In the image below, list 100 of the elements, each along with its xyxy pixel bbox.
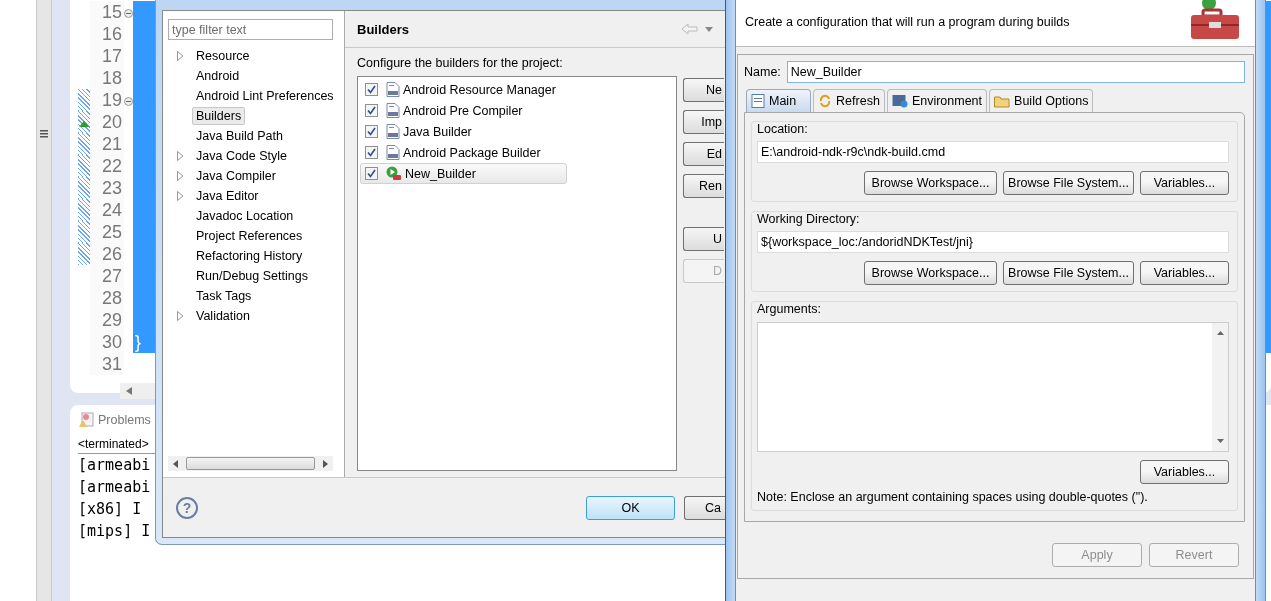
expand-icon[interactable]: [176, 51, 184, 61]
problems-icon: [78, 412, 94, 428]
side-button[interactable]: Ed: [683, 142, 724, 166]
text-field[interactable]: ${workspace_loc:/andoridNDKTest/jni}: [757, 231, 1229, 253]
console-line: [armeabi: [78, 477, 151, 498]
help-icon[interactable]: ?: [176, 496, 198, 519]
cancel-button[interactable]: Ca: [684, 495, 725, 520]
line-number: 26: [102, 244, 123, 264]
fold-icon[interactable]: [124, 9, 133, 18]
line-number: 29: [102, 310, 123, 330]
fold-icon[interactable]: [124, 97, 133, 106]
tab[interactable]: Build Options: [989, 89, 1094, 112]
tab[interactable]: Refresh: [813, 89, 885, 112]
tree-item[interactable]: Run/Debug Settings: [192, 267, 312, 285]
checkbox[interactable]: [365, 146, 378, 159]
browse-button[interactable]: Browse Workspace...: [864, 171, 997, 195]
filter-field[interactable]: type filter text: [168, 19, 333, 40]
tree-item[interactable]: Builders: [192, 107, 246, 125]
line-number: 18: [102, 68, 123, 88]
group-label: Location:: [757, 121, 809, 137]
description: Configure the builders for the project:: [356, 55, 564, 72]
builder-name[interactable]: Android Resource Manager: [403, 82, 556, 97]
toolbox-icon: [1189, 0, 1241, 40]
scroll-left-icon[interactable]: [126, 387, 132, 395]
line-number: 25: [102, 222, 123, 242]
line-number: 20: [102, 112, 123, 132]
line-number: 17: [102, 46, 123, 66]
scrollbar[interactable]: [37, 0, 52, 601]
tree-item[interactable]: Resource: [192, 47, 254, 65]
side-button[interactable]: U: [683, 227, 724, 251]
expand-icon[interactable]: [176, 311, 184, 321]
checkbox[interactable]: [365, 125, 378, 138]
tree-item[interactable]: Project References: [192, 227, 307, 245]
horizontal-scrollbar[interactable]: [168, 456, 333, 471]
checkbox[interactable]: [365, 167, 378, 180]
grip-icon: [40, 130, 48, 138]
side-button[interactable]: Ren: [683, 174, 724, 198]
document-icon: [751, 94, 765, 108]
line-number: 24: [102, 200, 123, 220]
browse-button[interactable]: Browse Workspace...: [864, 261, 997, 285]
line-number: 28: [102, 288, 123, 308]
line-number: 27: [102, 266, 123, 286]
tree-item[interactable]: Android Lint Preferences: [192, 87, 338, 105]
group-label: Working Directory:: [757, 211, 861, 227]
line-number: 21: [102, 134, 123, 154]
side-button[interactable]: Imp: [683, 110, 724, 134]
tree-item[interactable]: Javadoc Location: [192, 207, 298, 225]
console-line: [armeabi: [78, 455, 151, 476]
tab-label[interactable]: Problems: [98, 413, 151, 427]
expand-icon[interactable]: [176, 191, 184, 201]
variables-button[interactable]: Variables...: [1140, 460, 1229, 484]
tree-item[interactable]: Task Tags: [192, 287, 256, 305]
vertical-scrollbar[interactable]: [1212, 323, 1228, 451]
tree-item[interactable]: Validation: [192, 307, 254, 325]
browse-button[interactable]: Browse File System...: [1003, 171, 1134, 195]
note-text: Note: Enclose an argument containing spaces using double-quotes (").: [757, 490, 1149, 504]
horizontal-scrollbar[interactable]: [120, 383, 156, 399]
dropdown-icon[interactable]: [705, 26, 713, 32]
scroll-thumb[interactable]: [185, 457, 316, 470]
scroll-left-icon[interactable]: [173, 459, 178, 468]
line-number: 15: [102, 2, 123, 22]
checkbox[interactable]: [365, 83, 378, 96]
side-button[interactable]: Ne: [683, 78, 724, 102]
checkbox[interactable]: [365, 104, 378, 117]
builder-name[interactable]: Android Package Builder: [403, 145, 541, 160]
name-label: Name:: [744, 65, 781, 79]
builder-name[interactable]: Android Pre Compiler: [403, 103, 523, 118]
console-line: [x86] I: [78, 499, 142, 520]
browse-button[interactable]: Variables...: [1140, 261, 1229, 285]
group-label: Arguments:: [757, 301, 822, 317]
line-number: 30: [102, 332, 123, 352]
expand-icon[interactable]: [176, 171, 184, 181]
page-title: Builders: [357, 21, 410, 37]
tab[interactable]: Main: [746, 89, 812, 112]
refresh-icon: [818, 94, 833, 108]
tree-item[interactable]: Refactoring History: [192, 247, 307, 265]
tab[interactable]: Environment: [886, 89, 988, 112]
text-field[interactable]: E:\android-ndk-r9c\ndk-build.cmd: [757, 141, 1229, 163]
browse-button[interactable]: Browse File System...: [1003, 261, 1134, 285]
builder-name[interactable]: Java Builder: [403, 124, 472, 139]
scroll-down-icon[interactable]: [1216, 439, 1224, 443]
browse-button[interactable]: Variables...: [1140, 171, 1229, 195]
tree-item[interactable]: Android: [192, 67, 244, 85]
tree-item[interactable]: Java Build Path: [192, 127, 287, 145]
line-number: 16: [102, 24, 123, 44]
ok-button[interactable]: OK: [586, 495, 675, 520]
arguments-field[interactable]: [757, 322, 1229, 452]
line-number: 23: [102, 178, 123, 198]
line-number: 19: [102, 90, 123, 110]
tree-item[interactable]: Java Compiler: [192, 167, 280, 185]
scroll-right-icon[interactable]: [323, 459, 328, 468]
line-number: 22: [102, 156, 123, 176]
console-line: [mips] I: [78, 521, 151, 542]
line-number: 31: [102, 354, 123, 374]
description: Create a configuration that will run a program during builds: [745, 15, 1071, 29]
folder-icon: [994, 94, 1011, 108]
tree-item[interactable]: Java Editor: [192, 187, 263, 205]
expand-icon[interactable]: [176, 151, 184, 161]
name-field[interactable]: New_Builder: [786, 61, 1245, 83]
tree-item[interactable]: Java Code Style: [192, 147, 292, 165]
